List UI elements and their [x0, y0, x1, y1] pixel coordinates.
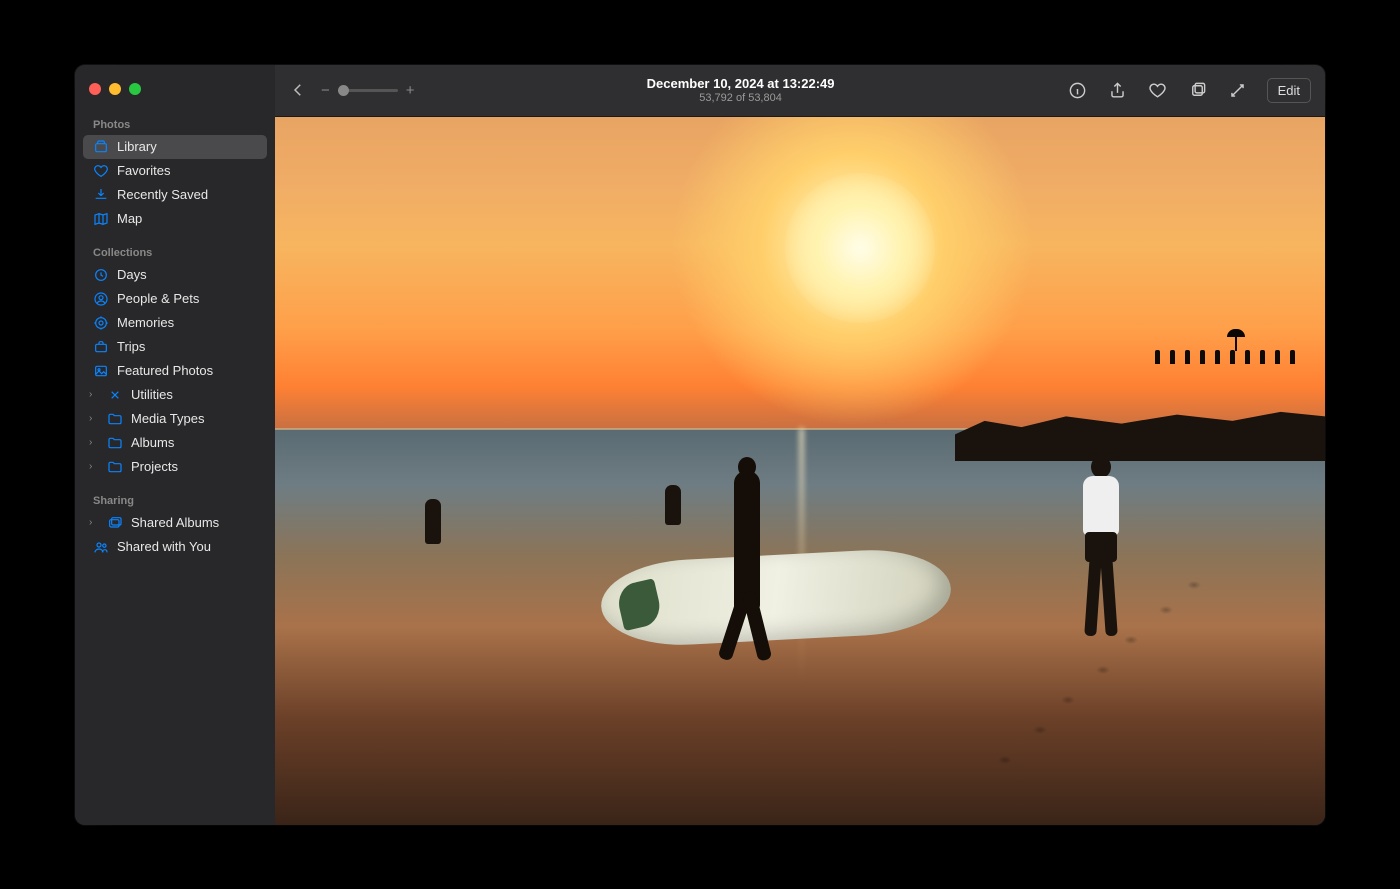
chevron-right-icon: › — [89, 461, 99, 472]
auto-enhance-button[interactable] — [1227, 79, 1249, 101]
sidebar-item-utilities[interactable]: › Utilities — [83, 383, 267, 407]
sidebar-item-label: Media Types — [131, 411, 257, 426]
sidebar-item-label: Trips — [117, 339, 257, 354]
sidebar-item-shared-with-you[interactable]: Shared with You — [83, 535, 267, 559]
person-circle-icon — [93, 291, 109, 307]
chevron-right-icon: › — [89, 437, 99, 448]
sidebar-item-label: People & Pets — [117, 291, 257, 306]
sidebar-item-label: Projects — [131, 459, 257, 474]
heart-outline-icon — [93, 163, 109, 179]
sidebar-item-favorites[interactable]: Favorites — [83, 159, 267, 183]
clock-icon — [93, 267, 109, 283]
sidebar-item-library[interactable]: Library — [83, 135, 267, 159]
sidebar-item-label: Recently Saved — [117, 187, 257, 202]
zoom-control[interactable]: − + — [321, 82, 415, 99]
folder-icon — [107, 459, 123, 475]
memories-icon — [93, 315, 109, 331]
sidebar-item-label: Memories — [117, 315, 257, 330]
main-content: − + December 10, 2024 at 13:22:49 53,792… — [275, 65, 1325, 825]
sidebar-section-sharing: Sharing — [83, 489, 267, 511]
rotate-button[interactable] — [1187, 79, 1209, 101]
sidebar-item-featured-photos[interactable]: Featured Photos — [83, 359, 267, 383]
map-icon — [93, 211, 109, 227]
zoom-out-label[interactable]: − — [321, 82, 330, 99]
photo-position: 53,792 of 53,804 — [415, 92, 1067, 104]
sidebar-item-people-pets[interactable]: People & Pets — [83, 287, 267, 311]
folder-icon — [107, 411, 123, 427]
sidebar-item-shared-albums[interactable]: › Shared Albums — [83, 511, 267, 535]
photo-stack-icon — [93, 139, 109, 155]
fullscreen-window-button[interactable] — [129, 83, 141, 95]
zoom-slider[interactable] — [338, 89, 398, 92]
window-controls — [83, 77, 267, 113]
sidebar-item-trips[interactable]: Trips — [83, 335, 267, 359]
sidebar-item-label: Favorites — [117, 163, 257, 178]
chevron-right-icon: › — [89, 517, 99, 528]
photos-app-window: Photos Library Favorites Recently Saved … — [75, 65, 1325, 825]
toolbar: − + December 10, 2024 at 13:22:49 53,792… — [275, 65, 1325, 117]
back-button[interactable] — [289, 81, 307, 99]
sidebar-item-days[interactable]: Days — [83, 263, 267, 287]
sidebar-item-label: Days — [117, 267, 257, 282]
download-clock-icon — [93, 187, 109, 203]
share-button[interactable] — [1107, 79, 1129, 101]
photo-viewer[interactable] — [275, 117, 1325, 825]
zoom-in-label[interactable]: + — [406, 82, 415, 99]
featured-photo-icon — [93, 363, 109, 379]
photo-title: December 10, 2024 at 13:22:49 — [415, 76, 1067, 91]
chevron-right-icon: › — [89, 389, 99, 400]
sidebar-section-photos: Photos — [83, 113, 267, 135]
sidebar-item-label: Shared Albums — [131, 515, 257, 530]
sidebar-item-memories[interactable]: Memories — [83, 311, 267, 335]
shared-albums-icon — [107, 515, 123, 531]
sidebar-item-recently-saved[interactable]: Recently Saved — [83, 183, 267, 207]
people-icon — [93, 539, 109, 555]
sidebar-item-map[interactable]: Map — [83, 207, 267, 231]
sidebar-item-label: Library — [117, 139, 257, 154]
sidebar-item-projects[interactable]: › Projects — [83, 455, 267, 479]
edit-button[interactable]: Edit — [1267, 78, 1311, 103]
sidebar-section-collections: Collections — [83, 241, 267, 263]
sidebar-item-label: Albums — [131, 435, 257, 450]
close-window-button[interactable] — [89, 83, 101, 95]
info-button[interactable] — [1067, 79, 1089, 101]
favorite-button[interactable] — [1147, 79, 1169, 101]
sidebar-item-media-types[interactable]: › Media Types — [83, 407, 267, 431]
photo-image — [275, 117, 1325, 825]
sidebar-item-label: Utilities — [131, 387, 257, 402]
chevron-right-icon: › — [89, 413, 99, 424]
sidebar-item-label: Shared with You — [117, 539, 257, 554]
sidebar: Photos Library Favorites Recently Saved … — [75, 65, 275, 825]
folder-icon — [107, 435, 123, 451]
tools-icon — [107, 387, 123, 403]
minimize-window-button[interactable] — [109, 83, 121, 95]
sidebar-item-label: Map — [117, 211, 257, 226]
suitcase-icon — [93, 339, 109, 355]
sidebar-item-albums[interactable]: › Albums — [83, 431, 267, 455]
sidebar-item-label: Featured Photos — [117, 363, 257, 378]
